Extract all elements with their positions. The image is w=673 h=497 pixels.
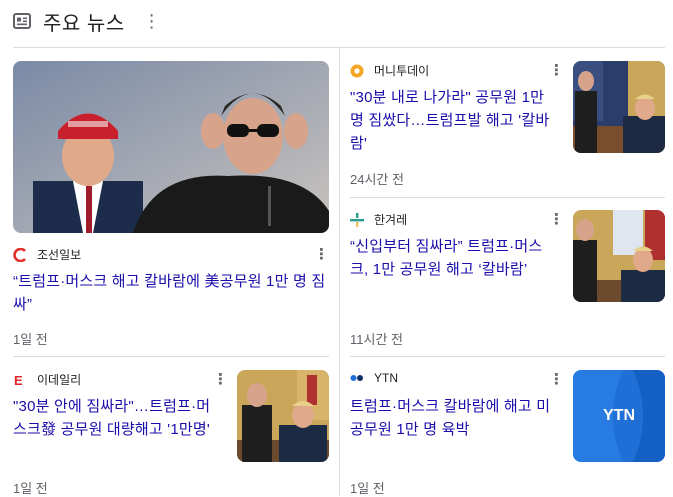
edaily-thumbnail[interactable] bbox=[237, 370, 329, 462]
source-name: 한겨레 bbox=[374, 213, 408, 227]
top-stories-header: 주요 뉴스 ⋮ bbox=[13, 6, 161, 36]
more-vert-icon[interactable]: ⋮ bbox=[143, 12, 161, 30]
ytn-source: YTN bbox=[350, 371, 398, 385]
mt-headline[interactable]: "30분 내로 나가라" 공무원 1만명 짐쌌다…트럼프발 해고 '칼바람' bbox=[350, 86, 558, 155]
right-divider-1 bbox=[350, 197, 665, 198]
hani-time: 11시간 전 bbox=[350, 332, 403, 347]
featured-time: 1일 전 bbox=[13, 332, 48, 347]
hani-thumbnail[interactable] bbox=[573, 210, 665, 302]
svg-text:E: E bbox=[14, 373, 23, 387]
source-name: 조선일보 bbox=[37, 248, 82, 262]
hani-headline[interactable]: “신입부터 짐싸라” 트럼프·머스크, 1만 공무원 해고 ‘칼바람’ bbox=[350, 235, 560, 281]
source-name: 머니투데이 bbox=[374, 64, 430, 78]
source-name: 이데일리 bbox=[37, 373, 82, 387]
column-divider bbox=[339, 48, 340, 496]
ytn-logo-icon bbox=[350, 371, 364, 385]
hani-source: 한겨레 bbox=[350, 211, 407, 228]
ytn-headline[interactable]: 트럼프·머스크 칼바람에 해고 미 공무원 1만 명 육박 bbox=[350, 395, 562, 441]
edaily-time: 1일 전 bbox=[13, 481, 48, 496]
featured-source: 조선일보 bbox=[13, 246, 81, 263]
edaily-logo-icon: E bbox=[13, 373, 27, 387]
section-title: 주요 뉴스 bbox=[43, 12, 125, 35]
mt-source: 머니투데이 bbox=[350, 62, 429, 79]
featured-headline[interactable]: “트럼프·머스크 해고 칼바람에 美공무원 1만 명 짐 싸” bbox=[13, 270, 329, 316]
ytn-thumbnail[interactable]: YTN bbox=[573, 370, 665, 462]
ytn-more-icon[interactable]: ⋮ bbox=[549, 372, 564, 387]
hani-logo-icon bbox=[350, 212, 364, 227]
mt-time: 24시간 전 bbox=[350, 172, 404, 187]
mt-logo-icon bbox=[350, 64, 364, 78]
mt-thumbnail[interactable] bbox=[573, 61, 665, 153]
left-divider bbox=[13, 356, 329, 357]
newspaper-icon bbox=[13, 12, 31, 30]
edaily-more-icon[interactable]: ⋮ bbox=[213, 372, 228, 387]
source-name: YTN bbox=[374, 371, 398, 385]
right-divider-2 bbox=[350, 356, 665, 357]
ytn-thumb-label: YTN bbox=[603, 407, 635, 424]
hani-more-icon[interactable]: ⋮ bbox=[549, 212, 564, 227]
featured-image[interactable] bbox=[13, 61, 329, 233]
featured-more-icon[interactable]: ⋮ bbox=[314, 247, 329, 262]
ytn-time: 1일 전 bbox=[350, 481, 385, 496]
edaily-headline[interactable]: "30분 안에 짐싸라"…트럼프·머스크發 공무원 대량해고 '1만명' bbox=[13, 395, 223, 441]
mt-more-icon[interactable]: ⋮ bbox=[549, 63, 564, 78]
chosun-logo-icon bbox=[13, 247, 27, 262]
edaily-source: E 이데일리 bbox=[13, 371, 81, 388]
